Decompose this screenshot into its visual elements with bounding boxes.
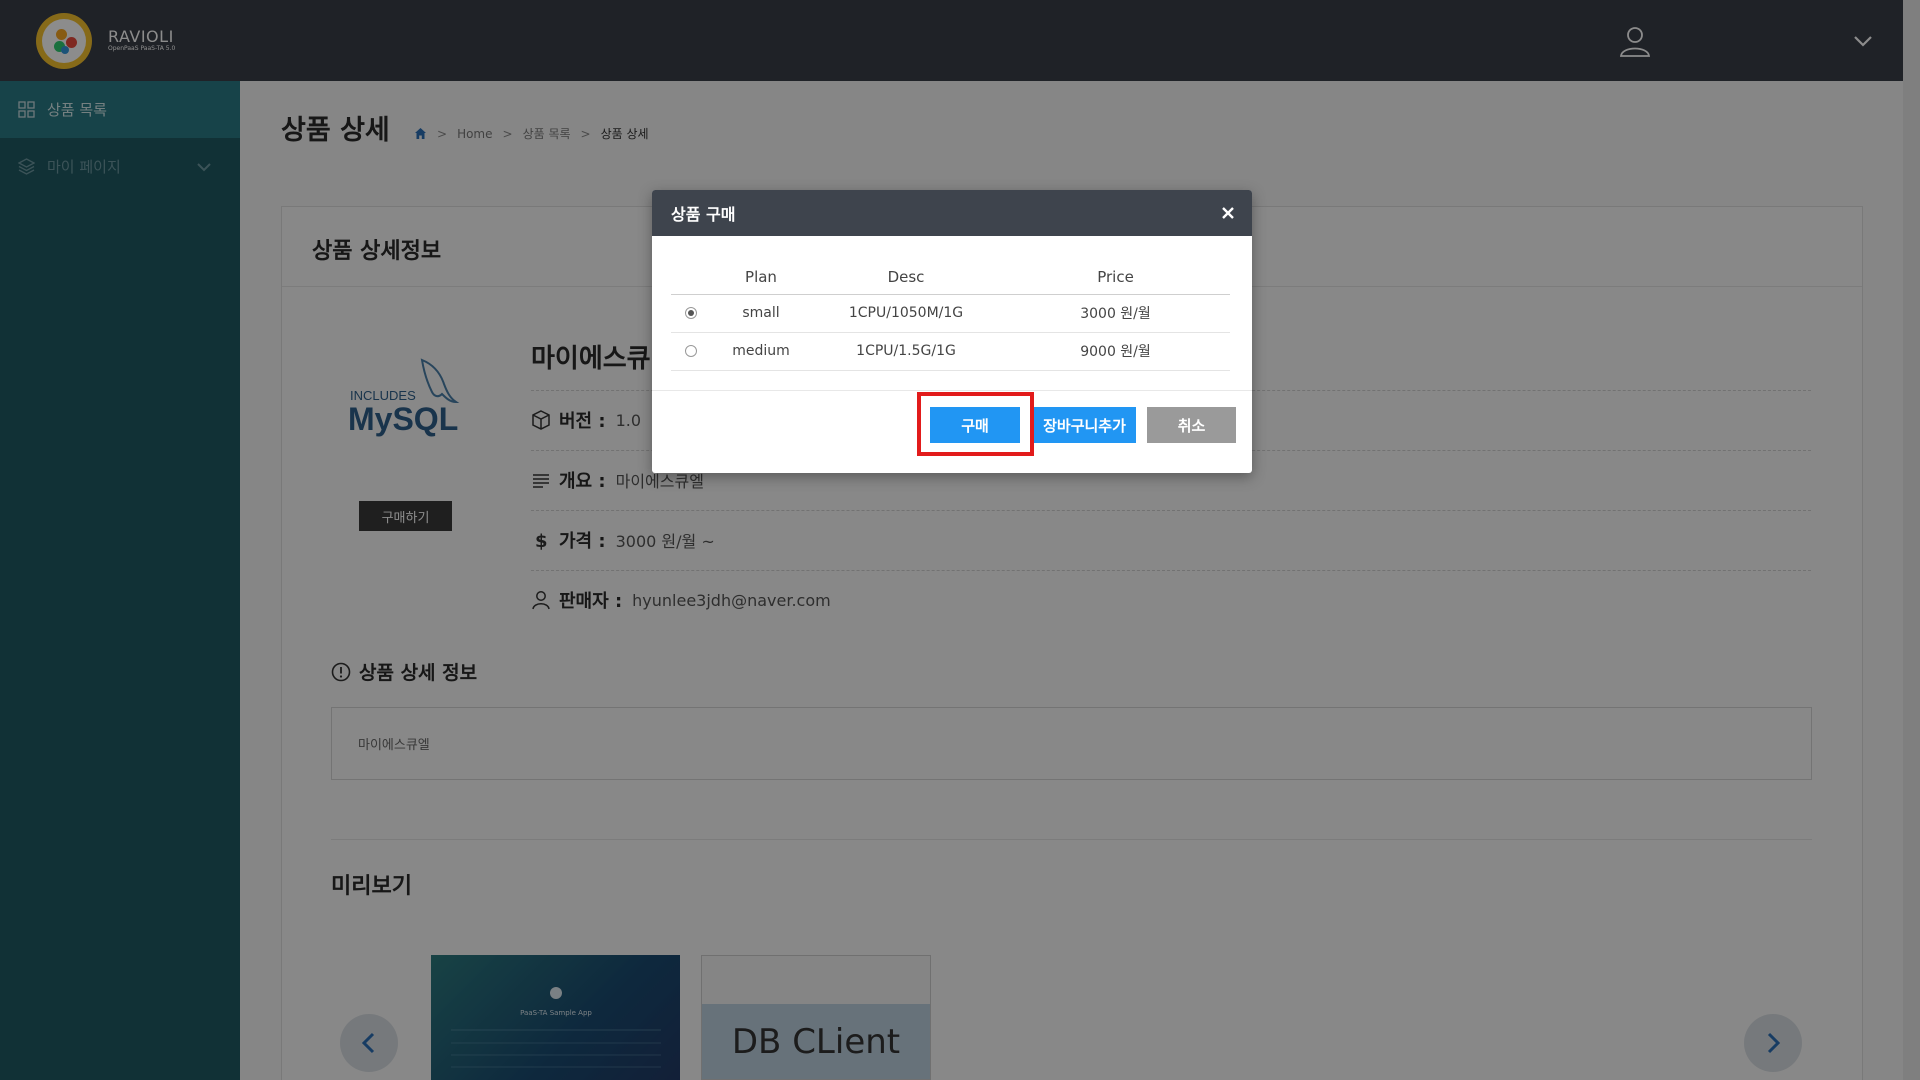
plan-radio-small[interactable] — [685, 307, 697, 319]
plan-desc: 1CPU/1.5G/1G — [811, 332, 1001, 371]
column-header-plan: Plan — [711, 261, 811, 295]
column-header-price: Price — [1001, 261, 1230, 295]
add-to-cart-button[interactable]: 장바구니추가 — [1033, 407, 1136, 443]
modal-title: 상품 구매 — [671, 205, 736, 224]
close-icon[interactable] — [1220, 205, 1236, 221]
modal-header: 상품 구매 — [652, 190, 1252, 236]
plan-desc: 1CPU/1050M/1G — [811, 294, 1001, 333]
plan-table: Plan Desc Price small 1CPU/1050M/1G 3000… — [671, 261, 1230, 371]
plan-price: 9000 원/월 — [1001, 332, 1230, 371]
highlight-box — [917, 392, 1034, 456]
plan-radio-medium[interactable] — [685, 345, 697, 357]
plan-price: 3000 원/월 — [1001, 294, 1230, 333]
table-row[interactable]: small 1CPU/1050M/1G 3000 원/월 — [671, 294, 1230, 333]
column-header-desc: Desc — [811, 261, 1001, 295]
plan-name: medium — [711, 332, 811, 371]
plan-name: small — [711, 294, 811, 333]
modal-backdrop[interactable] — [0, 0, 1920, 1080]
column-header-select — [671, 261, 711, 295]
table-row[interactable]: medium 1CPU/1.5G/1G 9000 원/월 — [671, 332, 1230, 371]
cancel-button[interactable]: 취소 — [1147, 407, 1236, 443]
divider — [652, 390, 1252, 391]
